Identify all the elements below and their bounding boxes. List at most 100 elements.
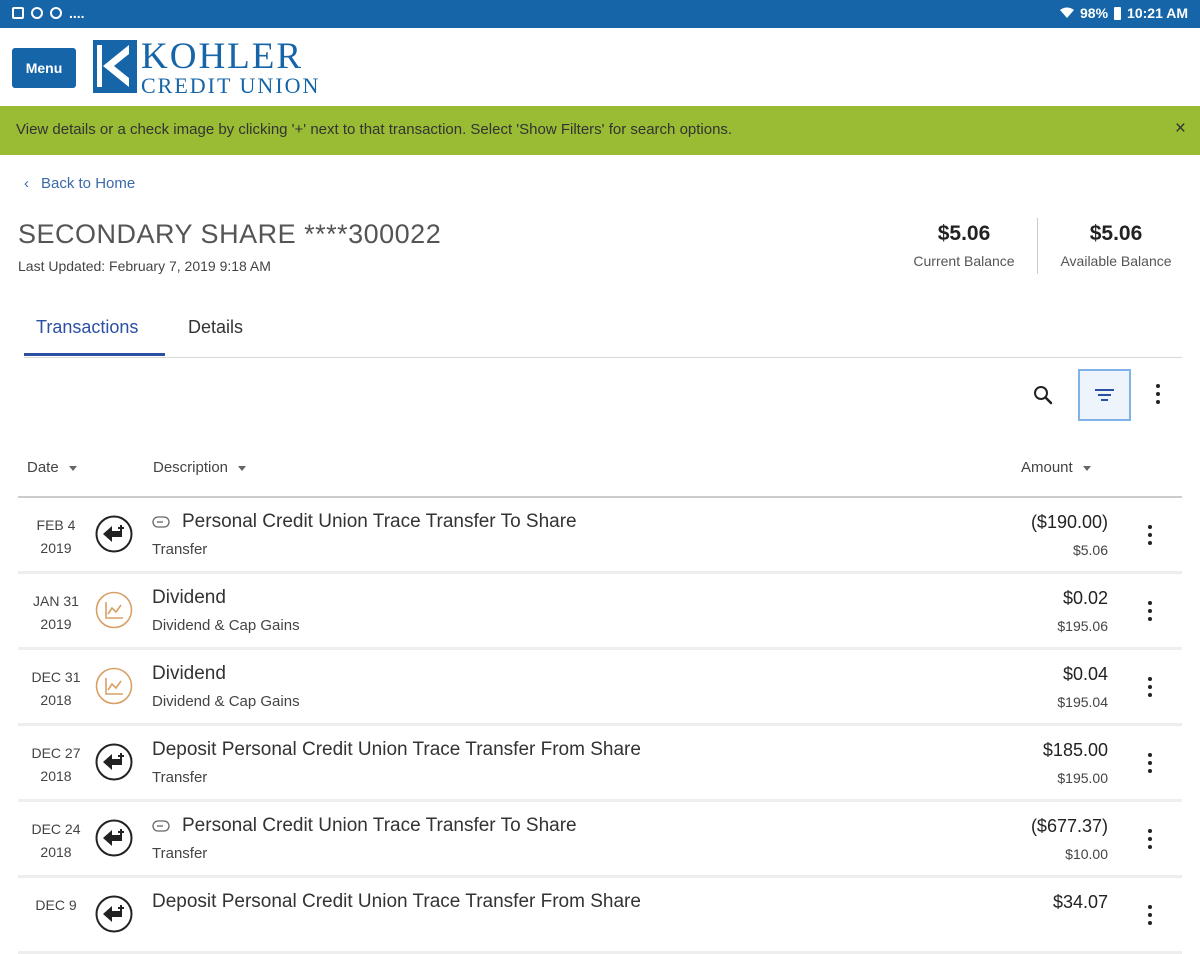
transaction-amount: ($677.37) (1030, 816, 1108, 836)
logo-subtitle: CREDIT UNION (141, 73, 321, 98)
description-text: Deposit Personal Credit Union Trace Tran… (152, 891, 641, 912)
kohler-logo[interactable]: KOHLER CREDIT UNION (93, 36, 321, 98)
sort-caret-icon (68, 465, 77, 471)
row-more-options-icon[interactable] (1140, 598, 1160, 626)
balance-divider (1037, 218, 1038, 274)
date-month-day: DEC 27 (31, 745, 81, 761)
row-more-options-icon[interactable] (1140, 674, 1160, 702)
logo-name: KOHLER (141, 36, 304, 77)
wifi-icon (1060, 7, 1075, 18)
running-balance: $195.04 (1057, 694, 1108, 710)
transaction-date: DEC 31 2018 (18, 666, 94, 712)
close-icon[interactable]: × (1175, 118, 1186, 140)
description-text: Deposit Personal Credit Union Trace Tran… (152, 739, 641, 760)
date-month-day: JAN 31 (33, 593, 79, 609)
transaction-category: Transfer (152, 541, 208, 558)
transaction-date: JAN 31 2019 (18, 590, 94, 636)
running-balance: $195.00 (1057, 770, 1108, 786)
transfer-icon (95, 743, 133, 781)
info-banner: View details or a check image by clickin… (0, 106, 1200, 155)
available-balance-label: Available Balance (1060, 253, 1172, 269)
available-balance: $5.06 Available Balance (1046, 222, 1186, 269)
transaction-description: Personal Credit Union Trace Transfer To … (152, 511, 577, 533)
back-link-label: Back to Home (41, 175, 136, 192)
back-to-home-link[interactable]: ‹ Back to Home (24, 175, 135, 192)
dividend-icon (95, 591, 133, 629)
date-header-label: Date (27, 459, 59, 476)
transaction-date: DEC 27 2018 (18, 742, 94, 788)
transfer-icon (95, 895, 133, 933)
battery-icon (1114, 6, 1122, 20)
description-text: Dividend (152, 663, 226, 684)
transaction-row[interactable]: JAN 31 2019 Dividend Dividend & Cap Gains… (18, 574, 1182, 650)
running-balance: $10.00 (1065, 846, 1108, 862)
sort-caret-icon (238, 465, 247, 471)
amount-header-label: Amount (1021, 459, 1073, 476)
transaction-amount: $0.02 (1062, 588, 1108, 608)
row-more-options-icon[interactable] (1140, 750, 1160, 778)
transaction-description: Deposit Personal Credit Union Trace Tran… (152, 891, 641, 913)
description-text: Dividend (152, 587, 226, 608)
current-balance: $5.06 Current Balance (898, 222, 1030, 269)
row-more-options-icon[interactable] (1140, 902, 1160, 930)
status-bar-system: 98% 10:21 AM (1060, 5, 1188, 21)
transfer-icon (95, 819, 133, 857)
search-icon[interactable] (1031, 383, 1055, 407)
sort-caret-icon (1082, 465, 1091, 471)
status-bar: .... 98% 10:21 AM (0, 0, 1200, 28)
transaction-row[interactable]: DEC 24 2018 Personal Credit Union Trace T… (18, 802, 1182, 878)
date-year: 2019 (40, 616, 72, 632)
date-month-day: FEB 4 (36, 517, 76, 533)
tab-transactions[interactable]: Transactions (36, 317, 138, 338)
transaction-amount: $185.00 (1042, 740, 1108, 760)
transaction-amount: ($190.00) (1030, 512, 1108, 532)
transaction-amount: $0.04 (1062, 664, 1108, 684)
date-year: 2018 (40, 692, 72, 708)
transaction-date: FEB 4 2019 (18, 514, 94, 560)
dividend-icon (95, 667, 133, 705)
transfer-icon (95, 515, 133, 553)
transaction-category: Dividend & Cap Gains (152, 693, 300, 710)
clock: 10:21 AM (1127, 5, 1188, 21)
transaction-description: Personal Credit Union Trace Transfer To … (152, 815, 577, 837)
status-bar-notifications: .... (12, 5, 85, 21)
notification-icon (50, 7, 62, 19)
tab-details[interactable]: Details (188, 317, 243, 338)
transaction-row[interactable]: DEC 31 2018 Dividend Dividend & Cap Gains… (18, 650, 1182, 726)
kohler-k-icon (93, 40, 137, 93)
filter-icon (1095, 389, 1114, 401)
transaction-date: DEC 9 (18, 894, 94, 917)
menu-button[interactable]: Menu (12, 48, 76, 88)
running-balance: $5.06 (1072, 542, 1108, 558)
more-notifications-text: .... (69, 5, 85, 21)
row-more-options-icon[interactable] (1140, 826, 1160, 854)
battery-percent: 98% (1080, 5, 1109, 21)
banner-message: View details or a check image by clickin… (16, 121, 733, 138)
description-text: Personal Credit Union Trace Transfer To … (182, 815, 577, 836)
tab-active-indicator (24, 353, 165, 356)
date-year: 2019 (40, 540, 72, 556)
filter-button[interactable] (1078, 369, 1131, 421)
running-balance: $195.06 (1057, 618, 1108, 634)
row-more-options-icon[interactable] (1140, 522, 1160, 550)
account-tabs: Transactions Details (24, 307, 1182, 358)
sort-by-amount[interactable]: Amount (1021, 459, 1091, 476)
gallery-icon (12, 7, 24, 19)
description-header-label: Description (153, 459, 229, 476)
transaction-row[interactable]: FEB 4 2019 Personal Credit Union Trace Tr… (18, 498, 1182, 574)
date-month-day: DEC 31 (31, 669, 81, 685)
sort-by-description[interactable]: Description (153, 459, 247, 476)
chevron-left-icon: ‹ (24, 175, 29, 192)
more-options-icon[interactable] (1146, 381, 1170, 409)
date-year: 2018 (40, 768, 72, 784)
transaction-description: Dividend (152, 587, 226, 609)
transaction-row[interactable]: DEC 9 Deposit Personal Credit Union Trac… (18, 878, 1182, 954)
transaction-amount: $34.07 (1052, 892, 1108, 912)
account-title: SECONDARY SHARE ****300022 (18, 219, 442, 249)
sort-by-date[interactable]: Date (27, 459, 77, 476)
date-month-day: DEC 9 (35, 897, 77, 913)
app-header: Menu KOHLER CREDIT UNION (0, 28, 1200, 106)
description-text: Personal Credit Union Trace Transfer To … (182, 511, 577, 532)
transaction-row[interactable]: DEC 27 2018 Deposit Personal Credit Union… (18, 726, 1182, 802)
current-balance-amount: $5.06 (937, 222, 991, 245)
